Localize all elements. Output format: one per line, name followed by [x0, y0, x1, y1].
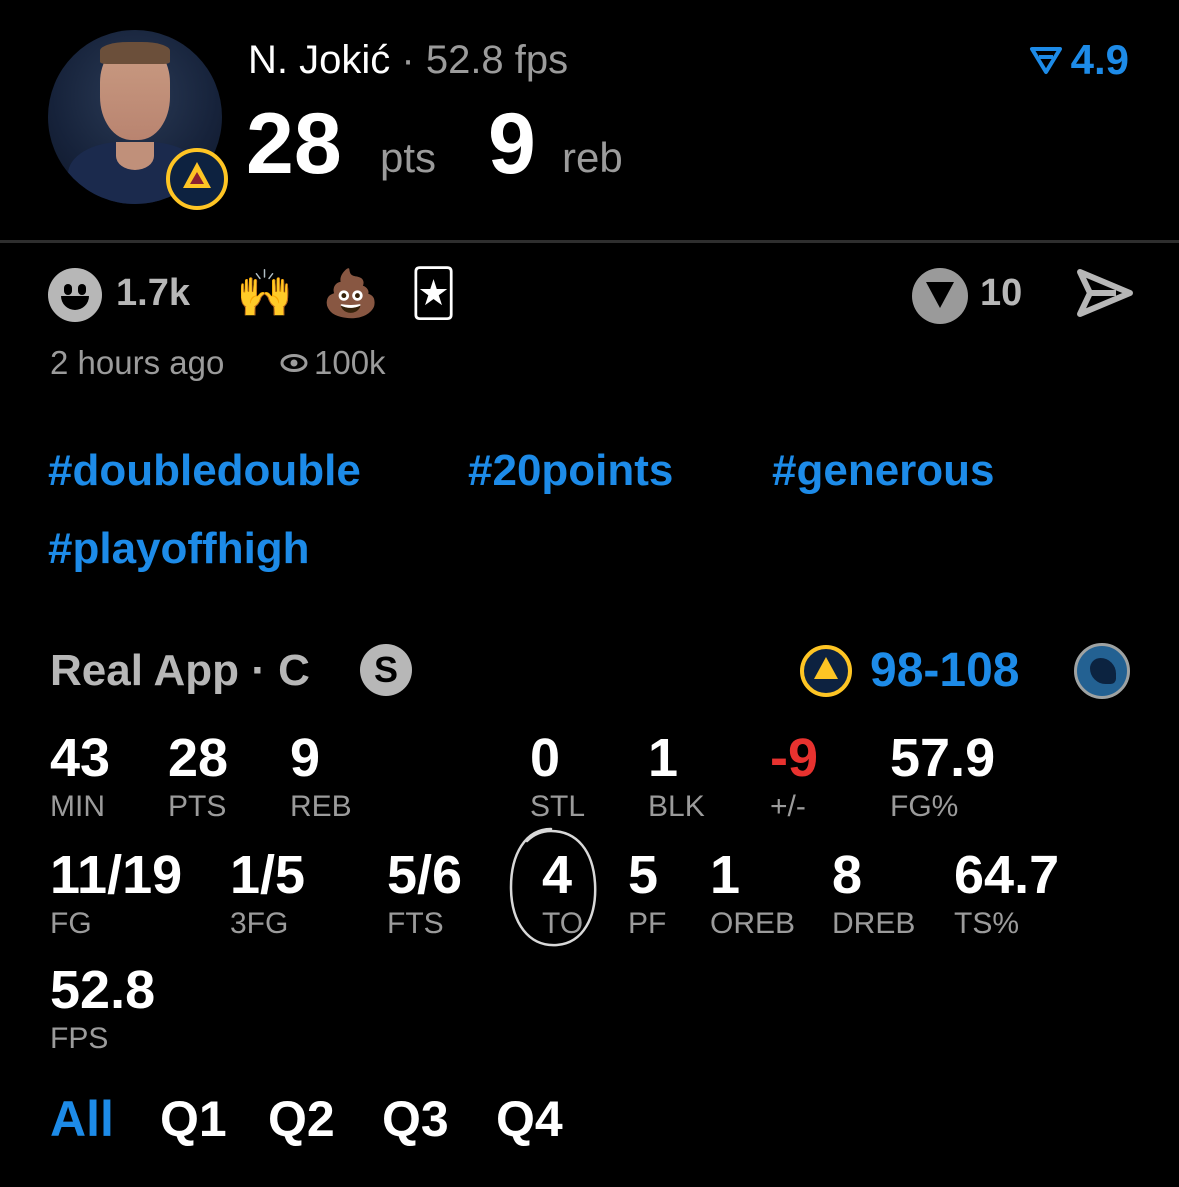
stat-label: REB — [290, 790, 352, 823]
stat-fps: 52.8 FPS — [50, 960, 155, 1056]
stat-label: STL — [530, 790, 586, 823]
stat-value: 1 — [710, 845, 741, 905]
starter-badge: S — [360, 644, 412, 696]
stat-label: PTS — [168, 790, 227, 823]
post-time: 2 hours ago — [50, 344, 225, 381]
player-title[interactable]: N. Jokić · 52.8 fps — [248, 36, 568, 84]
stat-dreb: 8 DREB — [832, 845, 915, 941]
timberwolves-logo-icon — [1074, 643, 1130, 699]
points-unit: pts — [380, 134, 437, 181]
stat-label: FTS — [387, 907, 444, 940]
hashtag-generous[interactable]: #generous — [772, 444, 995, 498]
stat-blk: 1 BLK — [648, 728, 705, 824]
hashtag-doubledouble[interactable]: #doubledouble — [48, 444, 361, 498]
rebounds-value: 9 — [488, 96, 536, 192]
stat-reb: 9 REB — [290, 728, 352, 824]
stat-oreb: 1 OREB — [710, 845, 795, 941]
header-divider — [0, 240, 1179, 243]
tab-all[interactable]: All — [50, 1090, 114, 1148]
stat-value: 64.7 — [954, 845, 1060, 905]
stat-value: 52.8 — [50, 960, 156, 1020]
view-count: 100k — [280, 342, 386, 384]
stat-value: 8 — [832, 845, 863, 905]
game-source: Real App · C — [50, 646, 310, 695]
nuggets-logo-small-icon — [800, 645, 852, 697]
vote-icon[interactable] — [912, 268, 968, 324]
rating[interactable]: 4.9 — [1029, 36, 1129, 84]
player-name[interactable]: N. Jokić — [248, 38, 390, 82]
stat-3fg: 1/5 3FG — [230, 845, 305, 941]
stat-value: 5/6 — [387, 845, 463, 905]
stat-stl: 0 STL — [530, 728, 585, 824]
game-score[interactable]: 98-108 — [870, 644, 1019, 698]
hand-drawn-circle-annotation — [509, 827, 597, 947]
stat-value: 5 — [628, 845, 659, 905]
stat-label: PF — [628, 907, 667, 940]
vote-count: 10 — [980, 272, 1023, 314]
hashtag-20points[interactable]: #20points — [468, 444, 673, 498]
stat-label: FPS — [50, 1022, 109, 1055]
stat-value: -9 — [770, 728, 819, 788]
stat-label: 3FG — [230, 907, 289, 940]
stat-value: 43 — [50, 728, 111, 788]
reaction-count: 1.7k — [116, 272, 190, 314]
tab-q2[interactable]: Q2 — [268, 1090, 335, 1148]
stat-label: OREB — [710, 907, 796, 940]
nuggets-logo-icon — [166, 148, 228, 210]
reaction-emoji-poop[interactable]: 💩 — [322, 266, 379, 320]
stat-value: 1 — [648, 728, 679, 788]
stat-value: 11/19 — [50, 845, 183, 905]
stat-pf: 5 PF — [628, 845, 666, 941]
stat-label: +/- — [770, 790, 806, 823]
view-count-value: 100k — [314, 344, 386, 381]
v-filter-icon — [1029, 47, 1062, 74]
stat-plus-minus: -9 +/- — [770, 728, 818, 824]
stat-label: MIN — [50, 790, 105, 823]
eye-icon — [280, 354, 308, 372]
stat-ts-pct: 64.7 TS% — [954, 845, 1059, 941]
stat-label: DREB — [832, 907, 916, 940]
stat-value: 57.9 — [890, 728, 996, 788]
reaction-emoji-celebrate[interactable]: 🙌 — [236, 266, 293, 320]
stat-value: 1/5 — [230, 845, 306, 905]
reaction-emoji-joker[interactable]: 🃏 — [410, 266, 457, 320]
hashtag-playoffhigh[interactable]: #playoffhigh — [48, 522, 310, 576]
rating-value: 4.9 — [1070, 36, 1129, 83]
stat-label: FG% — [890, 790, 959, 823]
tab-q1[interactable]: Q1 — [160, 1090, 227, 1148]
stat-fts: 5/6 FTS — [387, 845, 462, 941]
stat-min: 43 MIN — [50, 728, 110, 824]
stat-pts: 28 PTS — [168, 728, 228, 824]
stat-fg: 11/19 FG — [50, 845, 182, 941]
tab-q3[interactable]: Q3 — [382, 1090, 449, 1148]
stat-value: 9 — [290, 728, 321, 788]
rebounds-unit: reb — [562, 134, 623, 181]
stat-value: 0 — [530, 728, 561, 788]
smiley-icon[interactable] — [48, 268, 102, 322]
points-value: 28 — [246, 96, 342, 192]
player-fps: 52.8 fps — [425, 38, 569, 82]
send-icon[interactable] — [1076, 268, 1134, 318]
stat-fg-pct: 57.9 FG% — [890, 728, 995, 824]
title-separator: · — [401, 38, 415, 82]
stat-label: FG — [50, 907, 92, 940]
stat-label: BLK — [648, 790, 705, 823]
stat-label: TS% — [954, 907, 1020, 940]
tab-q4[interactable]: Q4 — [496, 1090, 563, 1148]
stat-value: 28 — [168, 728, 229, 788]
